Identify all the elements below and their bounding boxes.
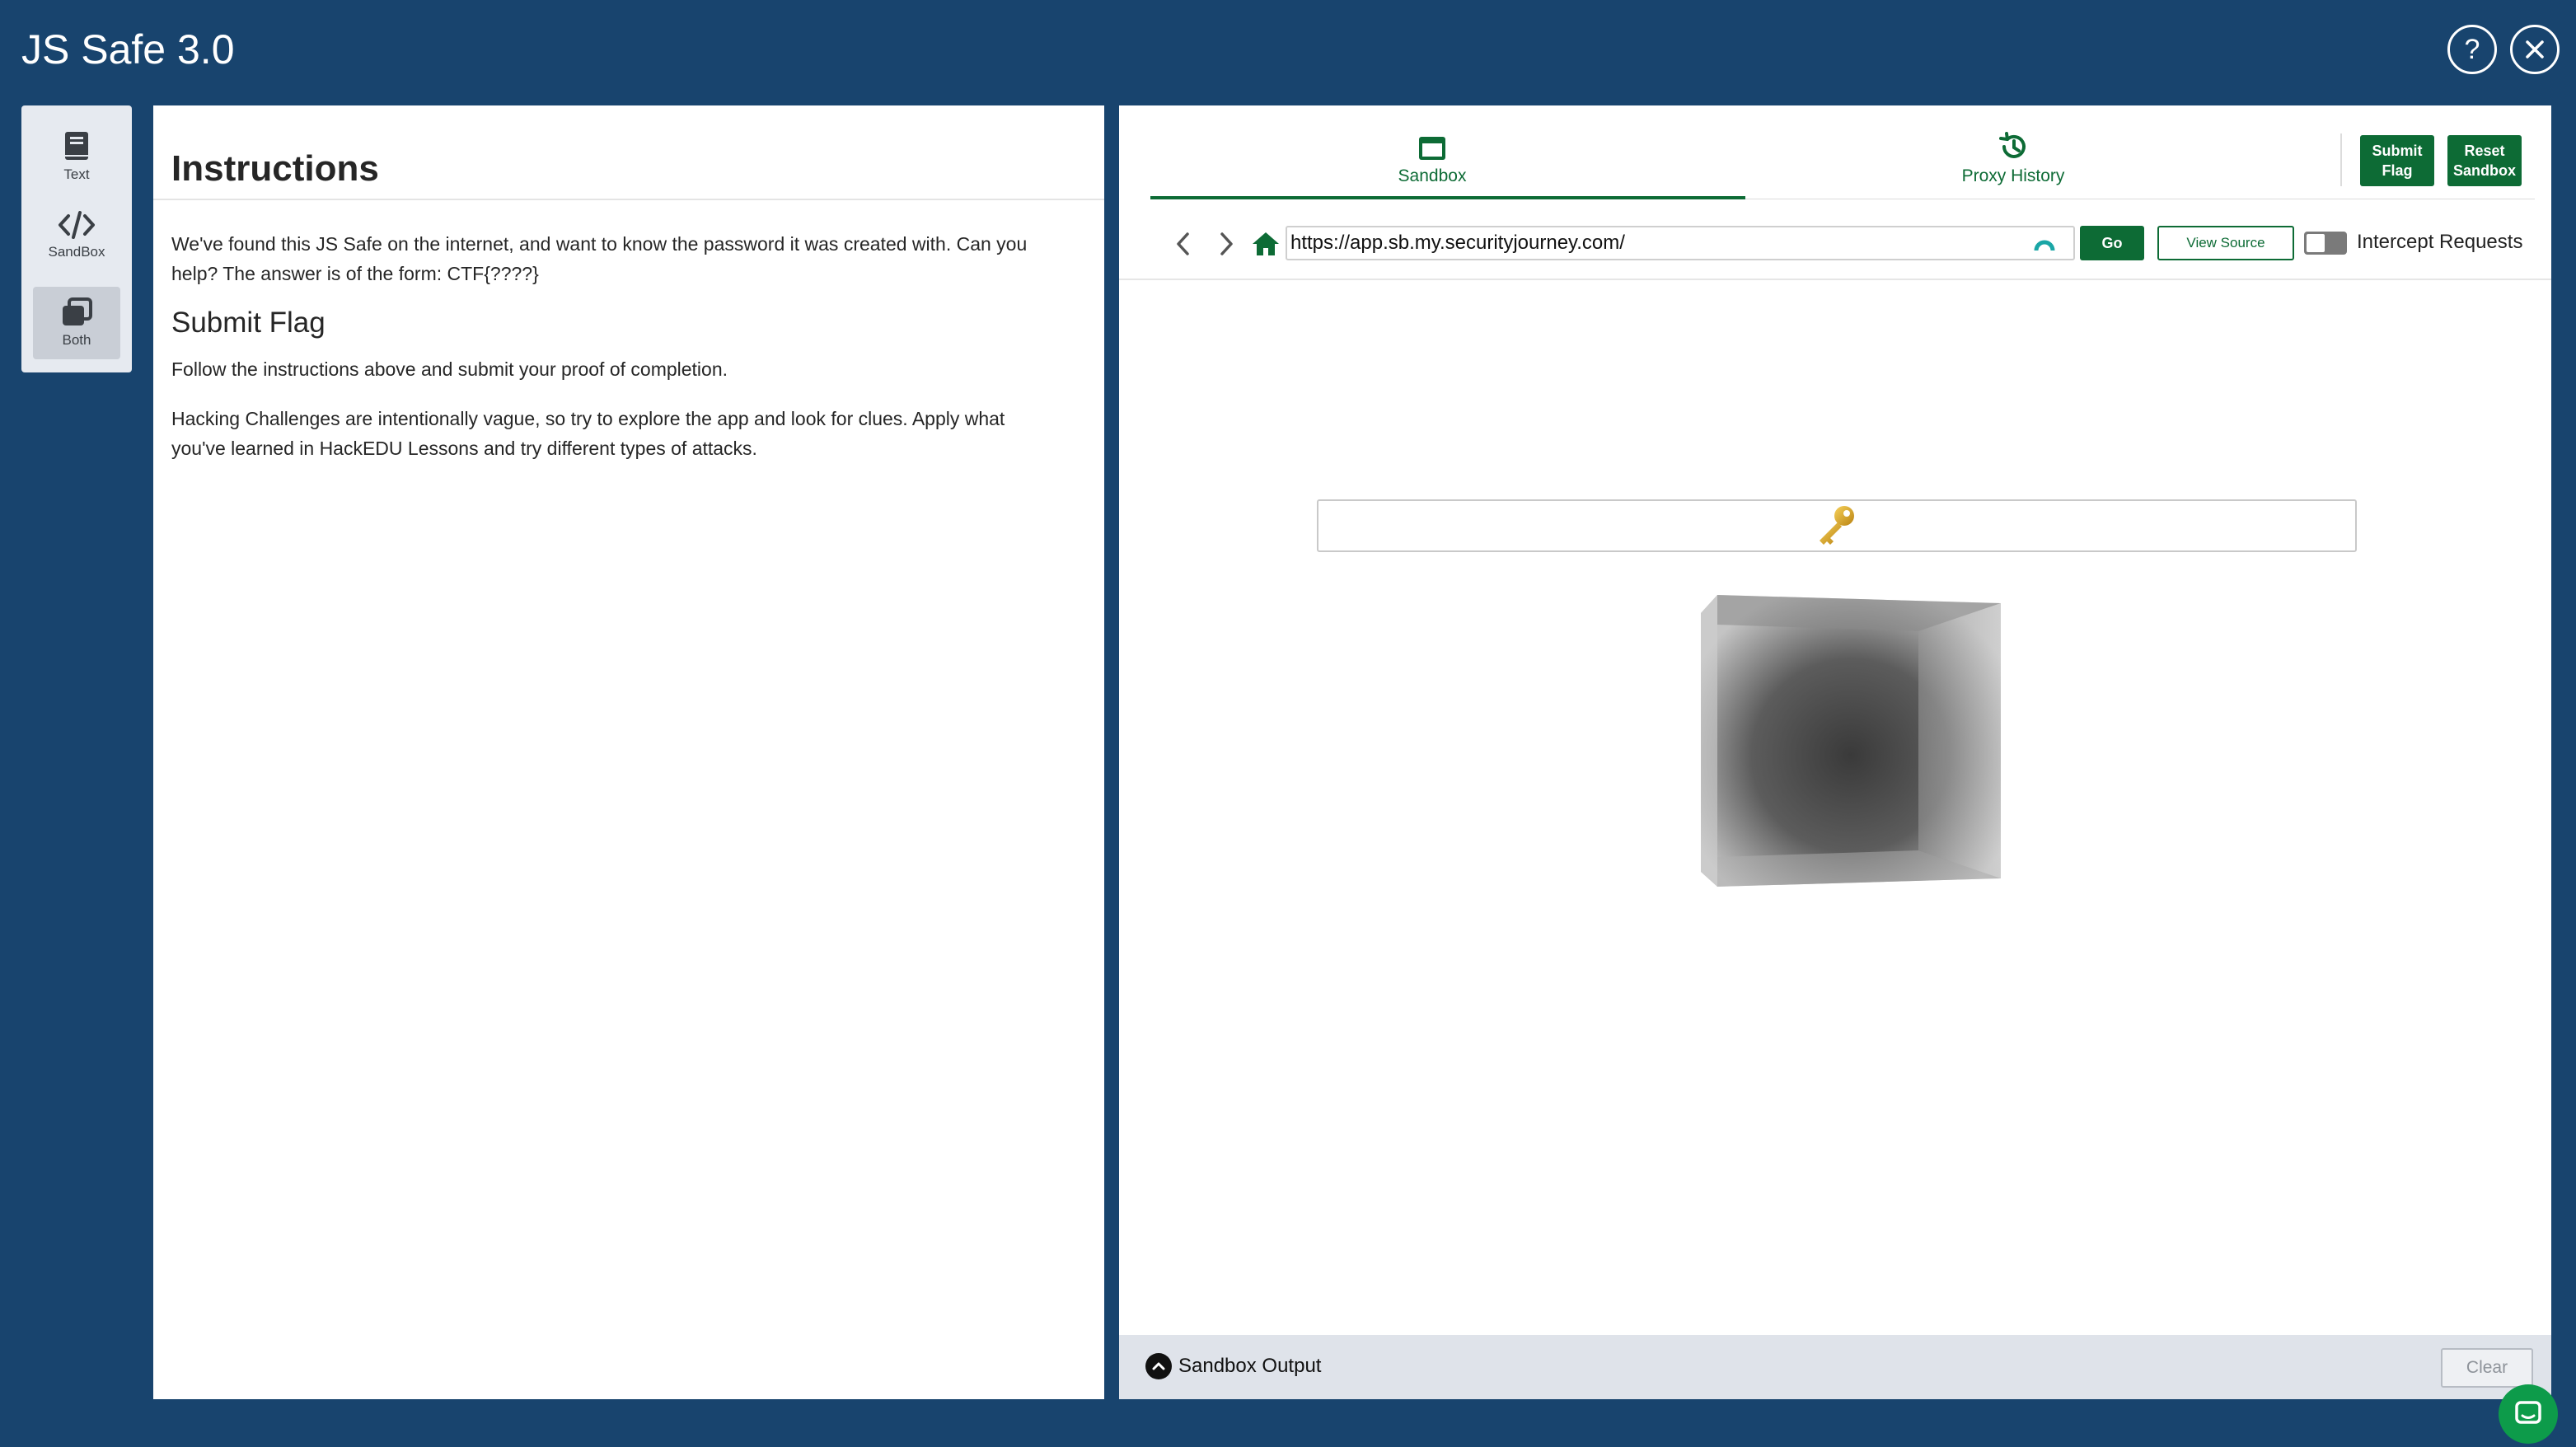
tab-proxy-history[interactable]: Proxy History bbox=[1943, 132, 2083, 186]
sandbox-panel: Sandbox Proxy History Submit Flag Reset … bbox=[1119, 105, 2551, 1399]
go-button[interactable]: Go bbox=[2080, 226, 2144, 260]
active-tab-indicator bbox=[1150, 196, 1745, 199]
safe-cube bbox=[1701, 595, 2001, 887]
expand-output-button[interactable] bbox=[1145, 1353, 1172, 1379]
tab-sandbox[interactable]: Sandbox bbox=[1375, 132, 1490, 186]
chevron-up-icon bbox=[1152, 1362, 1165, 1370]
submit-flag-heading: Submit Flag bbox=[171, 307, 326, 339]
window-icon bbox=[1419, 137, 1445, 160]
instructions-panel: Instructions We've found this JS Safe on… bbox=[153, 105, 1104, 1399]
address-bar-divider bbox=[1119, 279, 2551, 280]
follow-instructions-text: Follow the instructions above and submit… bbox=[171, 358, 728, 380]
question-icon: ? bbox=[2464, 33, 2480, 65]
chevron-right-icon bbox=[1220, 232, 1233, 255]
divider bbox=[153, 199, 1104, 200]
chat-icon bbox=[2515, 1401, 2541, 1424]
close-button[interactable] bbox=[2510, 25, 2560, 74]
home-icon bbox=[1253, 232, 1279, 255]
rail-item-both[interactable]: Both bbox=[33, 287, 120, 359]
submit-flag-button[interactable]: Submit Flag bbox=[2360, 135, 2434, 186]
chevron-left-icon bbox=[1177, 232, 1189, 255]
sandbox-output-label: Sandbox Output bbox=[1178, 1355, 1322, 1377]
toolbar-divider bbox=[2340, 133, 2342, 186]
view-source-button[interactable]: View Source bbox=[2157, 226, 2294, 260]
toggle-knob bbox=[2307, 234, 2325, 252]
sandbox-output-bar: Sandbox Output Clear bbox=[1119, 1335, 2551, 1399]
app-title: JS Safe 3.0 bbox=[21, 26, 235, 73]
view-mode-rail: Text SandBox Both bbox=[21, 105, 132, 372]
history-icon bbox=[1999, 132, 2026, 158]
rail-item-sandbox[interactable]: SandBox bbox=[33, 199, 120, 272]
instructions-intro: We've found this JS Safe on the internet… bbox=[171, 233, 1028, 284]
rail-item-label: SandBox bbox=[48, 244, 105, 260]
intercept-toggle[interactable] bbox=[2304, 232, 2347, 255]
book-icon bbox=[65, 132, 88, 160]
tab-label: Sandbox bbox=[1398, 166, 1467, 185]
home-button[interactable] bbox=[1248, 227, 1284, 260]
url-input[interactable]: https://app.sb.my.securityjourney.com/ bbox=[1286, 226, 2075, 260]
reset-sandbox-button[interactable]: Reset Sandbox bbox=[2447, 135, 2522, 186]
code-icon bbox=[59, 211, 95, 239]
key-icon bbox=[1820, 506, 1854, 545]
rail-item-label: Both bbox=[62, 332, 91, 348]
close-icon bbox=[2526, 40, 2544, 59]
url-text: https://app.sb.my.securityjourney.com/ bbox=[1290, 232, 1625, 254]
help-button[interactable]: ? bbox=[2447, 25, 2497, 74]
rail-item-text[interactable]: Text bbox=[33, 120, 120, 193]
rail-item-label: Text bbox=[63, 166, 90, 182]
chat-button[interactable] bbox=[2499, 1384, 2558, 1444]
hint-text: Hacking Challenges are intentionally vag… bbox=[171, 408, 1005, 459]
stack-icon bbox=[63, 297, 92, 325]
intercept-label: Intercept Requests bbox=[2357, 231, 2523, 253]
loading-icon bbox=[2034, 240, 2055, 251]
instructions-title: Instructions bbox=[171, 148, 379, 189]
tab-label: Proxy History bbox=[1961, 166, 2065, 185]
back-button[interactable] bbox=[1167, 227, 1200, 260]
clear-button[interactable]: Clear bbox=[2441, 1348, 2533, 1388]
forward-button[interactable] bbox=[1210, 227, 1243, 260]
